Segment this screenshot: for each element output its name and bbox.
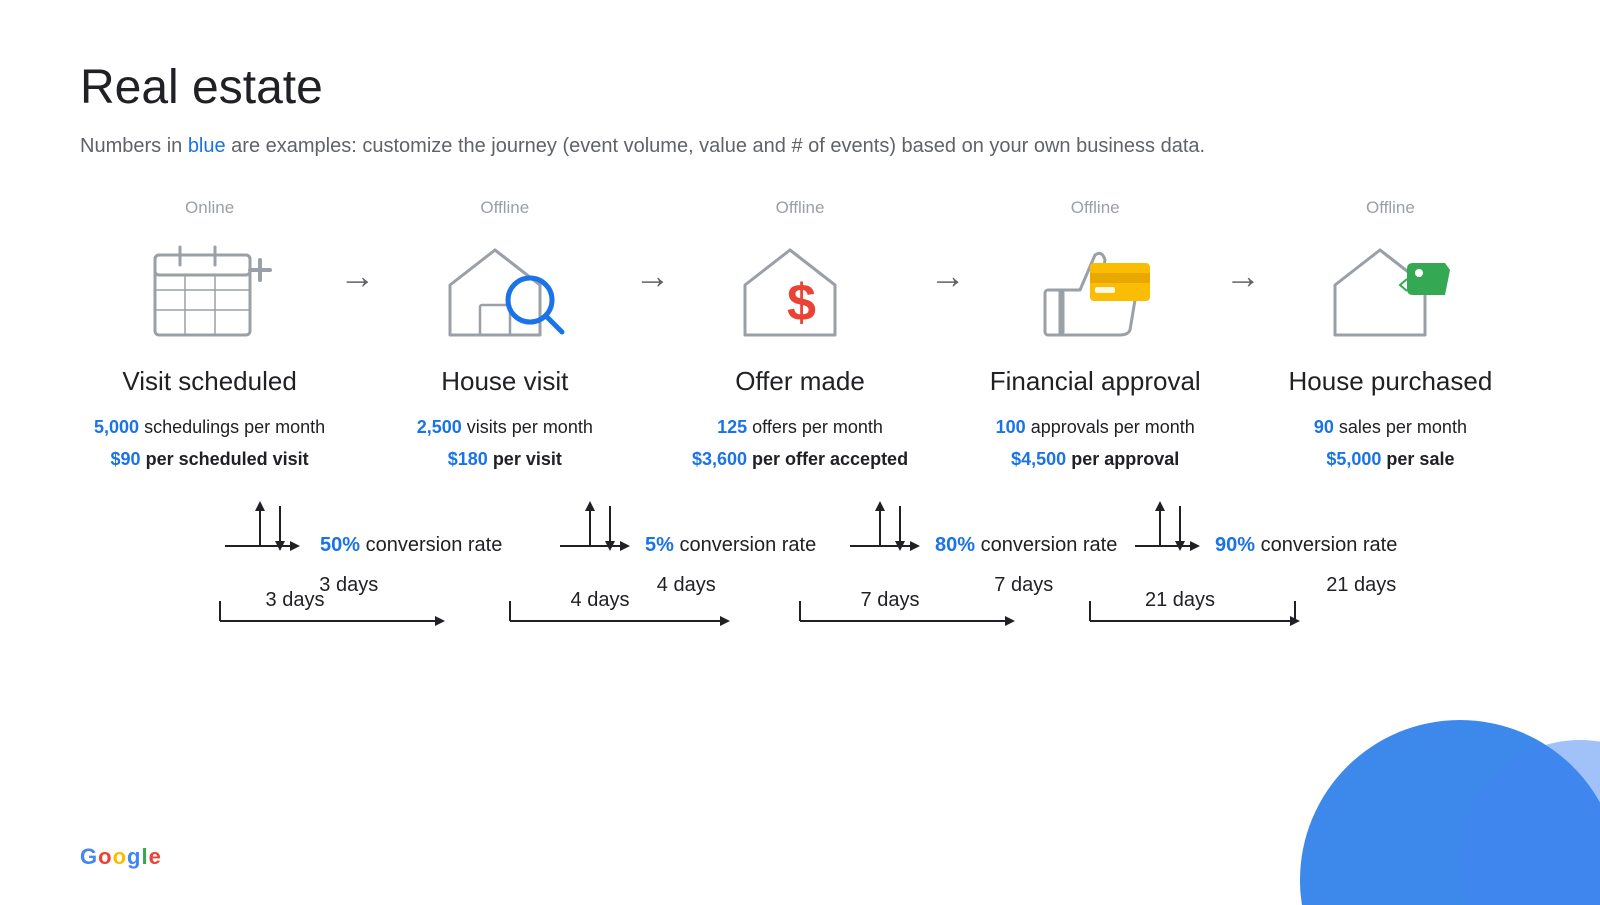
step5-icon <box>1325 230 1455 350</box>
step5-channel: Offline <box>1366 198 1415 218</box>
svg-text:50% conversion rate: 50% conversion rate <box>320 534 502 556</box>
svg-text:5% conversion rate: 5% conversion rate <box>645 534 816 556</box>
step4-stats: 100 approvals per month $4,500 per appro… <box>996 411 1195 476</box>
step1-icon <box>145 230 275 350</box>
step-house-purchased: Offline House purchased 90 sales per mon… <box>1261 198 1520 476</box>
step-financial-approval: Offline Financial approval 100 approvals… <box>966 198 1225 476</box>
step3-icon: $ <box>735 230 865 350</box>
days-label-1: 3 days <box>180 574 518 597</box>
step2-icon <box>440 230 570 350</box>
arrow-3: → <box>930 198 966 294</box>
svg-text:90% conversion rate: 90% conversion rate <box>1215 534 1397 556</box>
step-visit-scheduled: Online <box>80 198 339 476</box>
step1-name: Visit scheduled <box>122 366 296 397</box>
journey-row: Online <box>80 198 1520 476</box>
step4-channel: Offline <box>1071 198 1120 218</box>
conversion-flows-svg: 50% conversion rate 5% conversion rate <box>80 496 1520 576</box>
step2-stats: 2,500 visits per month $180 per visit <box>417 411 593 476</box>
step2-name: House visit <box>441 366 568 397</box>
arrow-4: → <box>1225 198 1261 294</box>
step5-stats: 90 sales per month $5,000 per sale <box>1314 411 1467 476</box>
arrow-1: → <box>339 198 375 294</box>
days-label-4: 21 days <box>1193 574 1531 597</box>
step3-stats: 125 offers per month $3,600 per offer ac… <box>692 411 908 476</box>
step1-channel: Online <box>185 198 234 218</box>
days-labels-row: 3 days 4 days 7 days 21 days <box>180 574 1530 597</box>
google-logo: Google <box>80 844 162 870</box>
step2-channel: Offline <box>480 198 529 218</box>
step-offer-made: Offline $ Offer made 125 offers per mont… <box>670 198 929 476</box>
step5-name: House purchased <box>1289 366 1493 397</box>
svg-text:$: $ <box>787 274 816 332</box>
step1-stats: 5,000 schedulings per month $90 per sche… <box>94 411 325 476</box>
decorative-circles <box>1220 680 1600 900</box>
step-house-visit: Offline House visit 2,500 visits per mon… <box>375 198 634 476</box>
conversion-section: 50% conversion rate 5% conversion rate <box>80 496 1520 636</box>
svg-text:80% conversion rate: 80% conversion rate <box>935 534 1117 556</box>
step4-icon <box>1030 230 1160 350</box>
page-title: Real estate <box>80 60 1520 115</box>
subtitle: Numbers in blue are examples: customize … <box>80 135 1520 158</box>
days-label-2: 4 days <box>518 574 856 597</box>
days-label-3: 7 days <box>855 574 1193 597</box>
arrow-2: → <box>634 198 670 294</box>
step3-channel: Offline <box>776 198 825 218</box>
step4-name: Financial approval <box>990 366 1201 397</box>
step3-name: Offer made <box>735 366 865 397</box>
